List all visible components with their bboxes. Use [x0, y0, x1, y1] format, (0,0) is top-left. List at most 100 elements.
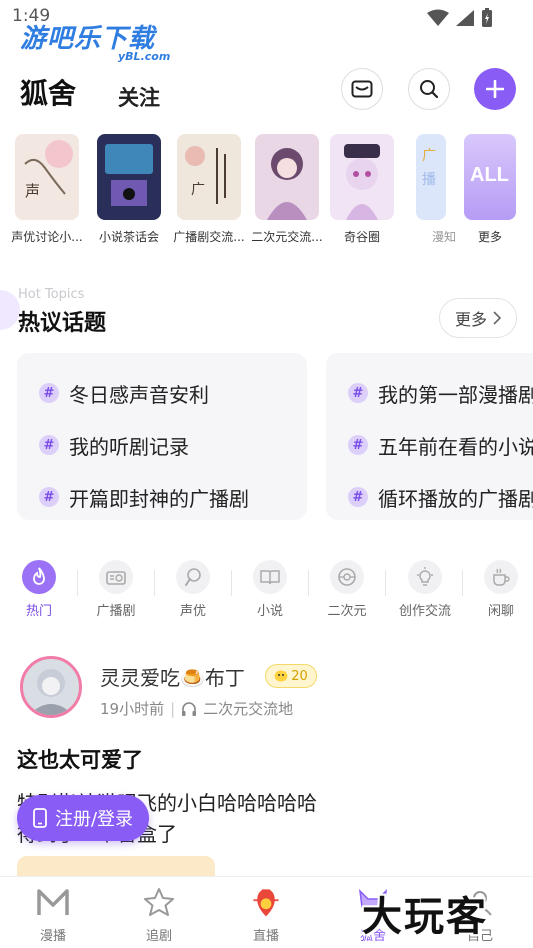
register-label: 注册/登录	[54, 809, 134, 830]
all-badge: ALL	[470, 164, 509, 186]
topic-item[interactable]: # 循环播放的广播剧	[348, 471, 533, 520]
topic-text: 冬日感声音安利	[69, 382, 209, 407]
tab-follow[interactable]: 关注	[118, 82, 160, 112]
circle-label: 漫知	[431, 230, 456, 244]
circle-label: 广播剧交流...	[173, 230, 245, 244]
circle-thumbnail: 声	[15, 134, 79, 220]
battery-icon	[482, 8, 492, 27]
circle-thumbnail: 广播	[416, 134, 446, 220]
level-value: 20	[291, 668, 308, 684]
topic-item[interactable]: # 开篇即封神的广播剧	[39, 471, 307, 523]
topic-item[interactable]: # 我的第一部漫播剧	[348, 367, 533, 419]
post-username[interactable]: 灵灵爱吃🍮布丁	[100, 662, 245, 691]
tab-label: 声优	[179, 604, 206, 619]
circle-label: 二次元交流...	[251, 230, 323, 244]
book-icon	[253, 560, 287, 594]
svg-text:广: 广	[422, 148, 436, 164]
circle-thumbnail: ALL	[464, 134, 516, 220]
mail-icon	[351, 80, 373, 98]
signal-icon	[456, 10, 474, 26]
hashtag-icon: #	[39, 435, 59, 455]
circle-item-acg[interactable]: 二次元交流...	[251, 134, 323, 245]
meta-separator: |	[170, 699, 176, 718]
divider	[154, 570, 155, 596]
tab-novel[interactable]: 小说	[240, 560, 300, 619]
topic-item[interactable]: # 冬日感声音安利	[39, 367, 307, 419]
svg-text:广: 广	[191, 182, 205, 198]
tab-chat[interactable]: 闲聊	[471, 560, 531, 619]
post-title[interactable]: 这也太可爱了	[17, 744, 143, 774]
circle-item-voice[interactable]: 声 声优讨论小...	[11, 134, 83, 245]
topic-card: # 我的第一部漫播剧 # 五年前在看的小说 # 循环播放的广播剧	[326, 353, 533, 520]
circle-label: 声优讨论小...	[11, 230, 83, 244]
watermark-logo-sub: yBL.com	[118, 50, 171, 63]
avatar[interactable]	[20, 656, 82, 718]
hot-topics-title: 热议话题	[18, 311, 107, 336]
watermark-bottom: 大玩客	[362, 894, 488, 940]
tab-acg[interactable]: 二次元	[317, 560, 377, 619]
circle-thumbnail	[330, 134, 394, 220]
nav-label: 追剧	[145, 929, 172, 944]
mail-button[interactable]	[341, 68, 383, 110]
topic-text: 我的听剧记录	[69, 434, 189, 459]
phone-icon	[33, 808, 47, 828]
more-topics-button[interactable]: 更多	[439, 298, 517, 338]
hashtag-icon: #	[39, 383, 59, 403]
hot-topics-subtitle: Hot Topics	[18, 287, 85, 302]
topic-card: # 冬日感声音安利 # 我的听剧记录 # 开篇即封神的广播剧	[17, 353, 307, 520]
topic-item[interactable]: # 五年前在看的小说	[348, 419, 533, 471]
tab-hushe[interactable]: 狐舍	[20, 72, 76, 112]
divider	[385, 570, 386, 596]
circle-item-qigu[interactable]: 奇谷圈	[326, 134, 398, 245]
add-post-button[interactable]	[474, 68, 516, 110]
circle-thumbnail	[255, 134, 319, 220]
tab-radio-drama[interactable]: 广播剧	[86, 560, 146, 619]
nav-item-manbo[interactable]: 漫播	[13, 885, 93, 944]
nav-item-follow-drama[interactable]: 追剧	[119, 885, 199, 944]
circle-item-radio-drama[interactable]: 广 广播剧交流...	[173, 134, 245, 245]
tab-label: 创作交流	[398, 604, 451, 619]
post-meta: 19小时前 | 二次元交流地	[100, 698, 293, 719]
register-login-button[interactable]: 注册/登录	[17, 795, 149, 841]
circle-thumbnail: 广	[177, 134, 241, 220]
coffee-icon	[484, 560, 518, 594]
star-icon	[141, 885, 177, 919]
chevron-right-icon	[493, 311, 501, 325]
hashtag-icon: #	[348, 435, 368, 455]
post-circle[interactable]: 二次元交流地	[203, 698, 293, 719]
divider	[308, 570, 309, 596]
divider	[231, 570, 232, 596]
circle-item-more[interactable]: ALL 更多	[454, 134, 526, 245]
flame-icon	[22, 560, 56, 594]
plus-icon	[486, 80, 504, 98]
circle-item-novel[interactable]: 小说茶话会	[93, 134, 165, 245]
search-button[interactable]	[408, 68, 450, 110]
circles-row: 声 声优讨论小... 小说茶话会 广 广播剧交流... 二次元交流... 奇谷圈…	[0, 134, 533, 249]
hashtag-icon: #	[348, 487, 368, 507]
topic-item[interactable]: # 我的听剧记录	[39, 419, 307, 471]
tab-voice-actor[interactable]: 声优	[163, 560, 223, 619]
circle-label: 小说茶话会	[98, 230, 159, 244]
topic-text: 开篇即封神的广播剧	[69, 486, 249, 511]
circle-label: 更多	[477, 230, 502, 244]
circle-thumbnail	[97, 134, 161, 220]
decoration-circle	[0, 290, 20, 330]
circle-item-manzhi[interactable]: 广播 漫知	[402, 134, 458, 245]
category-tabs: 热门 广播剧 声优 小说 二次元 创作交流 闲聊	[0, 560, 533, 620]
wifi-icon	[427, 9, 449, 26]
nav-item-live[interactable]: 直播	[226, 885, 306, 944]
hashtag-icon: #	[39, 487, 59, 507]
svg-text:播: 播	[422, 172, 436, 188]
tab-creation[interactable]: 创作交流	[393, 560, 457, 619]
svg-text:声: 声	[25, 182, 40, 200]
tab-hot[interactable]: 热门	[9, 560, 69, 619]
tab-label: 广播剧	[96, 604, 136, 619]
post-time: 19小时前	[100, 700, 165, 718]
circle-label: 奇谷圈	[343, 230, 380, 244]
live-bag-icon	[248, 885, 284, 919]
lightbulb-icon	[408, 560, 442, 594]
status-icons	[427, 8, 493, 28]
topic-text: 我的第一部漫播剧	[378, 382, 533, 407]
tab-label: 闲聊	[487, 604, 514, 619]
more-label: 更多	[454, 310, 487, 329]
